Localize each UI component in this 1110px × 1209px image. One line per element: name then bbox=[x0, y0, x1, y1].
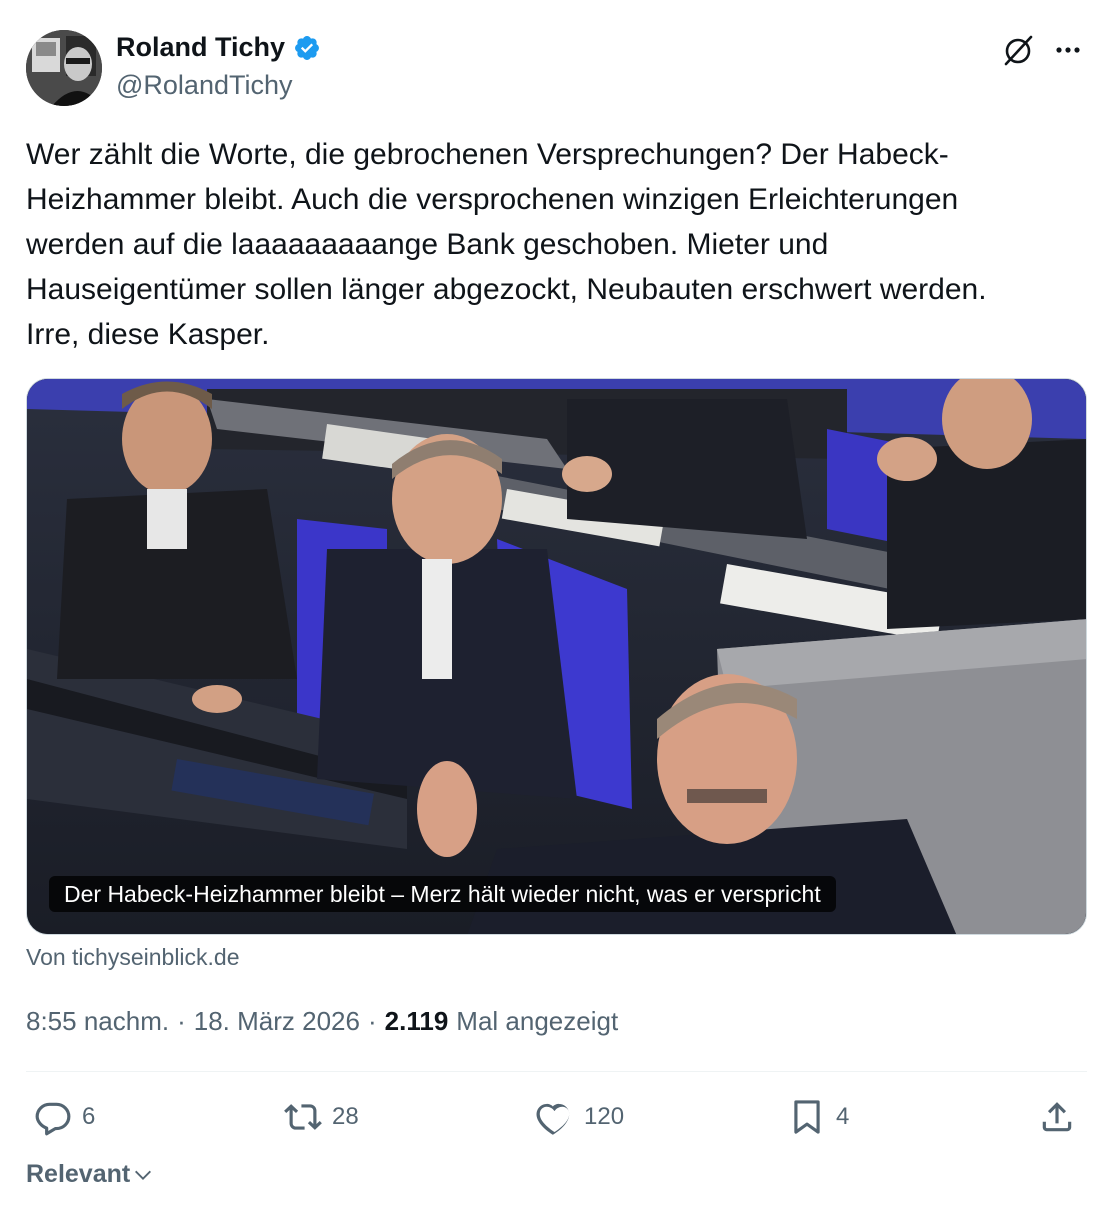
chevron-down-icon bbox=[135, 1170, 152, 1180]
meta-separator: · bbox=[177, 1006, 186, 1036]
author-name-row: Roland Tichy bbox=[116, 32, 321, 63]
retweet-button[interactable]: 28 bbox=[284, 1094, 359, 1140]
author-handle[interactable]: @RolandTichy bbox=[116, 70, 292, 101]
author-name[interactable]: Roland Tichy bbox=[116, 32, 285, 63]
grok-button[interactable] bbox=[1000, 32, 1036, 68]
divider bbox=[26, 1071, 1087, 1072]
views-count: 2.119 bbox=[384, 1006, 449, 1036]
card-image bbox=[27, 379, 1086, 934]
like-count: 120 bbox=[584, 1103, 625, 1130]
share-icon bbox=[1042, 1102, 1072, 1132]
bookmark-icon bbox=[794, 1100, 820, 1134]
meta-separator: · bbox=[367, 1006, 377, 1036]
more-button[interactable] bbox=[1050, 32, 1086, 68]
retweet-icon bbox=[284, 1104, 322, 1130]
share-button[interactable] bbox=[1038, 1094, 1076, 1140]
sort-dropdown[interactable]: Relevant bbox=[26, 1160, 154, 1189]
tweet-text: Wer zählt die Worte, die gebrochenen Ver… bbox=[26, 138, 987, 351]
avatar-photo bbox=[26, 30, 102, 106]
retweet-count: 28 bbox=[332, 1103, 359, 1130]
avatar[interactable] bbox=[26, 30, 102, 106]
bookmark-count: 4 bbox=[836, 1103, 850, 1130]
tweet-header: Roland Tichy @RolandTichy bbox=[26, 28, 1086, 108]
tweet-time[interactable]: 8:55 nachm. bbox=[26, 1006, 169, 1037]
like-button[interactable]: 120 bbox=[536, 1094, 624, 1140]
tweet-meta: 8:55 nachm. · 18. März 2026 · 2.119 Mal … bbox=[26, 1006, 618, 1037]
views-label: Mal angezeigt bbox=[456, 1006, 619, 1036]
more-icon bbox=[1056, 47, 1080, 53]
tweet-date[interactable]: 18. März 2026 bbox=[194, 1006, 360, 1037]
bookmark-button[interactable]: 4 bbox=[788, 1094, 849, 1140]
reply-count: 6 bbox=[82, 1103, 96, 1130]
grok-icon bbox=[1004, 35, 1033, 66]
action-bar: 6 28 120 4 bbox=[26, 1094, 1087, 1144]
reply-icon bbox=[35, 1102, 71, 1136]
reply-button[interactable]: 6 bbox=[34, 1094, 95, 1140]
card-source[interactable]: Von tichyseinblick.de bbox=[26, 944, 240, 971]
link-card[interactable]: Der Habeck-Heizhammer bleibt – Merz hält… bbox=[26, 378, 1087, 935]
like-icon bbox=[536, 1103, 570, 1135]
card-caption: Der Habeck-Heizhammer bleibt – Merz hält… bbox=[49, 876, 836, 912]
verified-badge-icon bbox=[295, 35, 319, 60]
sort-label: Relevant bbox=[26, 1160, 131, 1188]
